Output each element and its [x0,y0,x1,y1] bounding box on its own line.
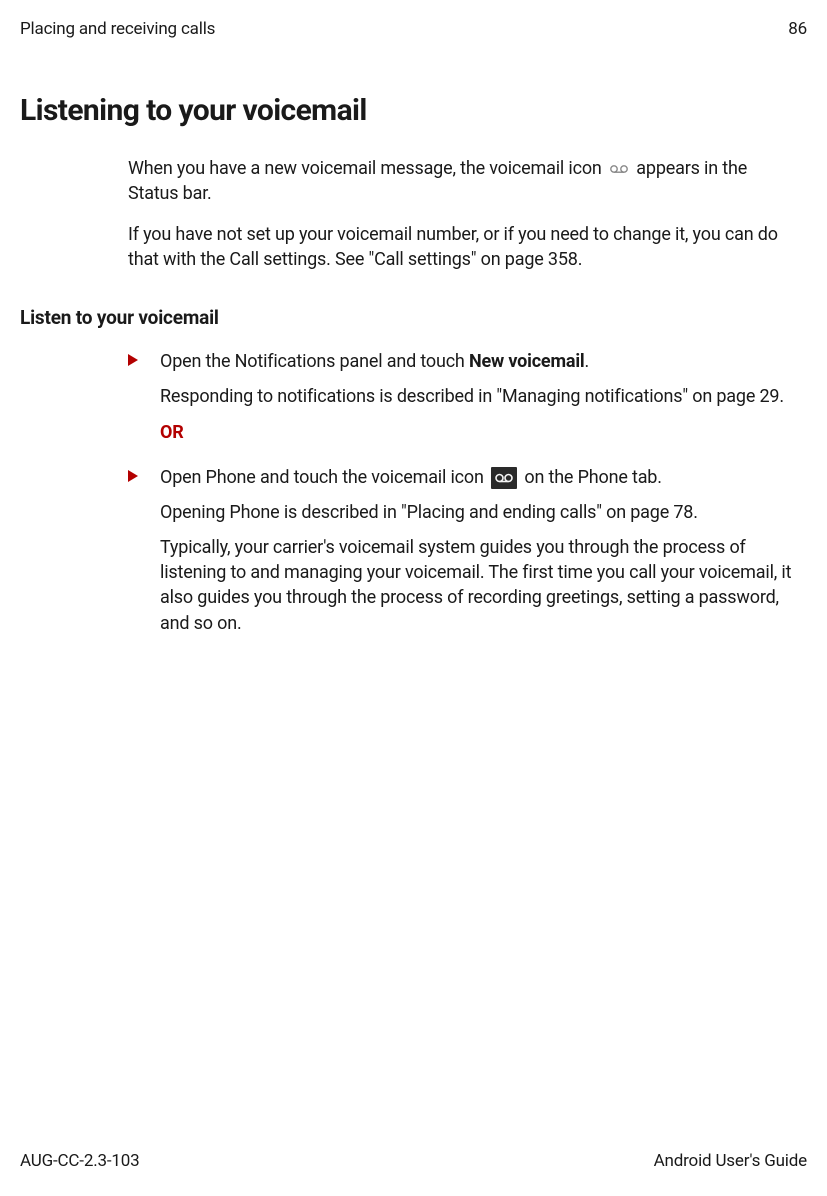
section-title: Placing and receiving calls [20,18,215,42]
step-marker-icon [128,465,160,646]
step-text: Opening Phone is described in "Placing a… [160,500,799,525]
doc-title: Android User's Guide [654,1150,807,1174]
voicemail-tab-icon [491,467,517,489]
step1-text-bold: New voicemail [469,351,585,372]
step-text: Open Phone and touch the voicemail icon … [160,465,799,490]
intro-paragraph-1: When you have a new voicemail message, t… [128,156,799,206]
or-separator: OR [160,420,799,445]
page-title: Listening to your voicemail [20,90,807,132]
step-marker-icon [128,349,160,455]
voicemail-status-icon [608,162,630,176]
page-header: Placing and receiving calls 86 [20,18,807,42]
steps-block: Open the Notifications panel and touch N… [128,349,799,646]
intro-paragraph-2: If you have not set up your voicemail nu… [128,222,799,272]
doc-id: AUG-CC-2.3-103 [20,1150,140,1174]
step-content: Open the Notifications panel and touch N… [160,349,799,455]
step1-text-a: Open the Notifications panel and touch [160,351,469,372]
step-text: Responding to notifications is described… [160,384,799,409]
page-footer: AUG-CC-2.3-103 Android User's Guide [20,1150,807,1174]
page-number: 86 [788,18,807,42]
intro-block: When you have a new voicemail message, t… [128,156,799,273]
step-text: Typically, your carrier's voicemail syst… [160,535,799,636]
step-item: Open Phone and touch the voicemail icon … [128,465,799,646]
step-text: Open the Notifications panel and touch N… [160,349,799,374]
step2-text-b: on the Phone tab. [524,467,661,488]
step-item: Open the Notifications panel and touch N… [128,349,799,455]
step1-text-c: . [585,351,590,372]
step-content: Open Phone and touch the voicemail icon … [160,465,799,646]
intro-text-1a: When you have a new voicemail message, t… [128,158,606,179]
step2-text-a: Open Phone and touch the voicemail icon [160,467,488,488]
subheading: Listen to your voicemail [20,305,807,332]
